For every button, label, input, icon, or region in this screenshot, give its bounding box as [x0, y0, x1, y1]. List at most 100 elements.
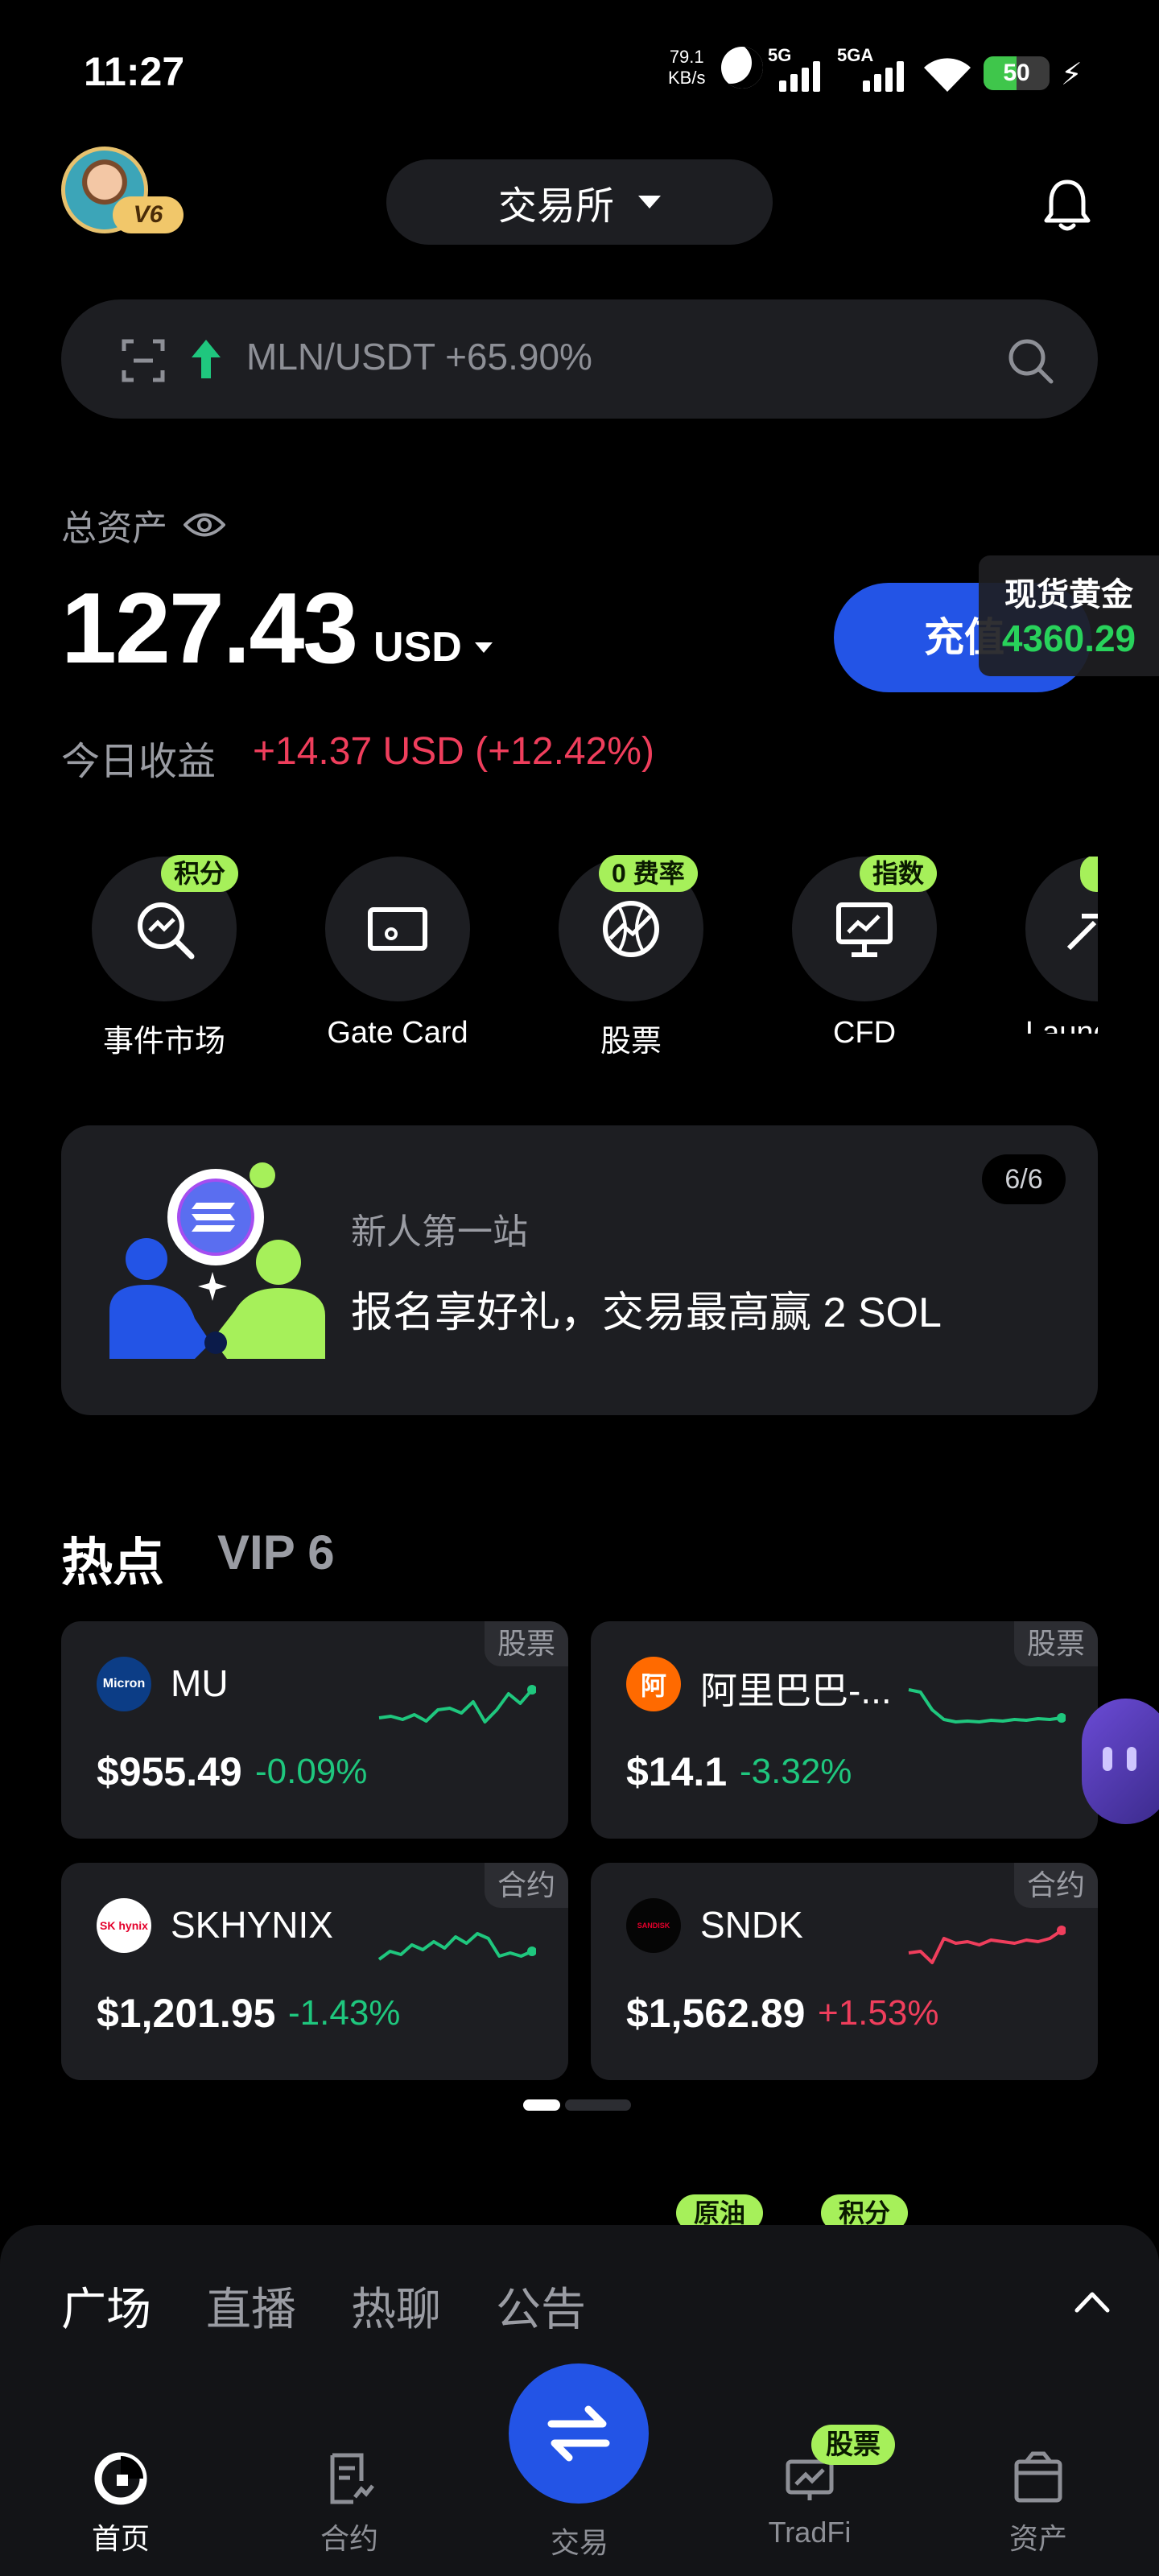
sparkline — [908, 1688, 1066, 1724]
nav-label: 资产 — [1008, 2522, 1067, 2555]
quick-action-stocks[interactable]: 0 费率 股票 — [559, 855, 703, 1059]
market-card[interactable]: 股票 Micron MU $955.49 -0.09% — [61, 1621, 568, 1839]
tab-hot-chat[interactable]: 热聊 — [351, 2273, 441, 2339]
market-card-name: SKHYNIX — [171, 1904, 333, 1946]
net-speed-unit: KB/s — [668, 68, 706, 88]
market-card-change: +1.53% — [818, 1993, 939, 2033]
market-card-price: $1,201.95 — [97, 1991, 276, 2036]
gold-title: 现货黄金 — [1004, 577, 1133, 613]
search-bar[interactable]: MLN/USDT +65.90% — [61, 299, 1098, 419]
currency-label: USD — [373, 624, 462, 671]
nav-home[interactable]: 首页 — [48, 2450, 193, 2557]
currency-selector[interactable]: USD — [373, 623, 493, 671]
exchange-switcher[interactable]: 交易所 — [386, 159, 773, 245]
market-card[interactable]: 合约 SANDISK SNDK $1,562.89 +1.53% — [591, 1863, 1098, 2080]
assistant-floating-button[interactable] — [1082, 1699, 1159, 1824]
quick-action-label: CFD — [832, 1016, 897, 1050]
quick-action-event-market[interactable]: 积分 事件市场 — [92, 855, 239, 1059]
sparkline-path — [377, 1932, 533, 1961]
bell-icon[interactable] — [1043, 177, 1091, 233]
sparkline-path — [378, 1688, 534, 1724]
quick-action-launch[interactable]: Launc — [1025, 857, 1098, 1034]
eye-icon[interactable] — [184, 511, 225, 539]
market-card-name: SNDK — [700, 1904, 803, 1946]
market-card-price: $1,562.89 — [626, 1991, 806, 2036]
micron-logo-icon: Micron — [97, 1657, 151, 1711]
skhynix-logo-icon: SK hynix — [97, 1898, 151, 1953]
exchange-label: 交易所 — [497, 185, 614, 228]
chevron-down-icon — [474, 642, 493, 653]
quick-action-circle — [325, 857, 470, 1001]
total-assets-text: 总资产 — [61, 509, 167, 548]
promo-banner[interactable]: 新人第一站 报名享好礼，交易最高赢 2 SOL 6/6 — [61, 1125, 1098, 1415]
nav-trade-label[interactable]: 交易 — [507, 2520, 652, 2562]
sandisk-logo-icon: SANDISK — [626, 1898, 681, 1953]
battery-icon: 50 — [984, 56, 1050, 90]
market-card-tag: 股票 — [1013, 1621, 1098, 1666]
nav-label: 合约 — [320, 2522, 378, 2555]
tag-badge: 0 费率 — [599, 855, 698, 892]
vip-tab[interactable]: VIP 6 — [217, 1525, 335, 1580]
net-speed: 79.1 KB/s — [668, 47, 705, 89]
tab-live[interactable]: 直播 — [206, 2273, 296, 2339]
tab-square[interactable]: 广场 — [61, 2273, 151, 2339]
nav-label: 首页 — [91, 2522, 150, 2555]
page-dot — [565, 2099, 631, 2111]
total-balance: 127.43 — [61, 573, 358, 684]
swap-button[interactable] — [509, 2363, 649, 2504]
chevron-up-icon[interactable] — [1074, 2289, 1111, 2314]
hot-section-title[interactable]: 热点 — [61, 1521, 164, 1596]
card-icon — [368, 907, 427, 951]
signal2-icon — [863, 61, 904, 92]
vip-badge: V6 — [113, 196, 184, 233]
market-card-change: -3.32% — [740, 1752, 852, 1791]
market-card-price: $14.1 — [626, 1749, 728, 1794]
battery-level: 50 — [1003, 60, 1030, 86]
tag-badge: 积分 — [161, 855, 239, 892]
wallet-icon — [1014, 2451, 1062, 2503]
globe-icon — [603, 901, 659, 957]
alibaba-logo-icon: 阿 — [626, 1657, 681, 1711]
quick-action-label: 事件市场 — [102, 1025, 225, 1059]
do-not-disturb-icon — [721, 47, 763, 89]
trending-up-icon — [192, 340, 221, 378]
promo-subtitle: 新人第一站 — [351, 1212, 528, 1252]
promo-page-indicator: 6/6 — [982, 1154, 1066, 1204]
search-icon[interactable] — [1006, 336, 1054, 385]
market-card-name: 阿里巴巴-... — [700, 1670, 892, 1711]
quick-action-label: Gate Card — [327, 1016, 468, 1050]
swap-icon — [547, 2405, 610, 2462]
chevron-down-icon — [638, 196, 661, 208]
sparkline-path — [908, 1929, 1063, 1964]
quick-action-cfd[interactable]: 指数 CFD — [792, 855, 938, 1050]
gold-price-widget[interactable]: 现货黄金 4360.29 — [979, 555, 1159, 676]
tab-announcement[interactable]: 公告 — [496, 2273, 586, 2339]
sparkline — [377, 1932, 536, 1961]
nav-assets[interactable]: 资产 — [966, 2450, 1111, 2557]
market-card-price: $955.49 — [97, 1749, 242, 1794]
promo-title: 报名享好礼，交易最高赢 2 SOL — [351, 1290, 942, 1336]
market-card[interactable]: 合约 SK hynix SKHYNIX $1,201.95 -1.43% — [61, 1863, 568, 2080]
market-card[interactable]: 股票 阿 阿里巴巴-... $14.1 -3.32% — [591, 1621, 1098, 1839]
sparkline-path — [908, 1688, 1062, 1724]
market-card-tag: 股票 — [484, 1621, 568, 1666]
sparkline-endpoint — [527, 1946, 536, 1956]
chart-board-icon — [836, 902, 893, 957]
nav-contract[interactable]: 合约 — [277, 2450, 422, 2557]
market-card-name: MU — [171, 1662, 229, 1704]
quick-action-label: 股票 — [600, 1025, 662, 1059]
nav-tradfi[interactable]: TradFi — [737, 2450, 882, 2549]
home-icon — [94, 2452, 147, 2505]
nav-label: TradFi — [768, 2516, 852, 2549]
market-card-tag: 合约 — [484, 1863, 568, 1908]
launch-icon — [1066, 914, 1098, 951]
today-pnl-value: +14.37 USD (+12.42%) — [253, 730, 654, 773]
gold-price: 4360.29 — [1001, 617, 1136, 659]
quick-action-gate-card[interactable]: Gate Card — [325, 857, 470, 1050]
today-pnl-label: 今日收益 — [61, 741, 217, 783]
carousel-pagination — [523, 2099, 631, 2111]
scan-icon[interactable] — [121, 338, 166, 383]
bottom-sheet: 广场 直播 热聊 公告 首页 合约 交易 TradFi 股票 资产 — [0, 2225, 1159, 2576]
status-time: 11:27 — [84, 49, 185, 94]
event-market-icon — [138, 902, 195, 960]
